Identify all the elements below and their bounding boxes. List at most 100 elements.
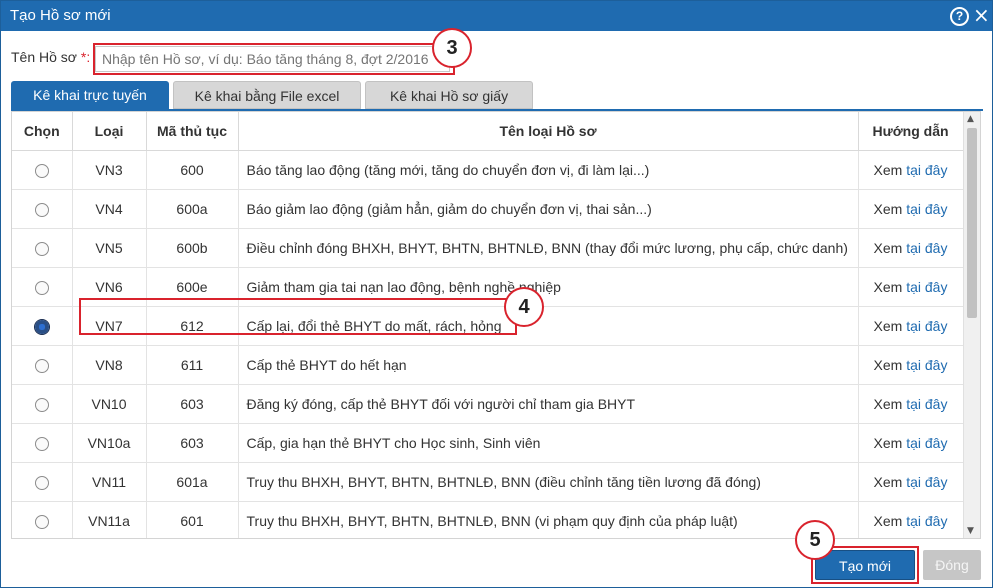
callout-5: 5 [795, 520, 835, 560]
create-profile-dialog: Tạo Hồ sơ mới ? × Tên Hồ sơ *: Kê khai t… [0, 0, 993, 588]
select-cell[interactable] [12, 345, 73, 385]
select-cell[interactable] [12, 189, 73, 229]
name-cell: Truy thu BHXH, BHYT, BHTN, BHTNLĐ, BNN (… [238, 501, 859, 538]
guide-cell: Xem tại đây [858, 345, 964, 385]
column-header-name: Tên loại Hồ sơ [238, 112, 859, 151]
type-cell: VN11a [72, 501, 147, 538]
select-cell[interactable] [12, 150, 73, 190]
type-cell: VN5 [72, 228, 147, 268]
table-row[interactable]: VN11 601a Truy thu BHXH, BHYT, BHTN, BHTNL… [12, 462, 964, 502]
guide-link[interactable]: tại đây [906, 513, 947, 529]
guide-prefix: Xem [873, 201, 907, 217]
table-row[interactable]: VN3 600 Báo tăng lao động (tăng mới, tăng … [12, 150, 964, 190]
type-cell: VN11 [72, 462, 147, 502]
type-cell: VN10a [72, 423, 147, 463]
column-header-guide: Hướng dẫn [858, 112, 964, 151]
guide-cell: Xem tại đây [858, 228, 964, 268]
guide-cell: Xem tại đây [858, 384, 964, 424]
select-radio[interactable] [34, 437, 49, 452]
guide-cell: Xem tại đây [858, 267, 964, 307]
select-cell[interactable] [12, 306, 73, 346]
select-cell[interactable] [12, 267, 73, 307]
guide-link[interactable]: tại đây [906, 162, 947, 178]
code-cell: 603 [146, 423, 239, 463]
table-row[interactable]: VN10a 603 Cấp, gia hạn thẻ BHYT cho Học si… [12, 423, 964, 463]
highlight-box-name-input [93, 43, 455, 75]
type-cell: VN3 [72, 150, 147, 190]
name-cell: Báo giảm lao động (giảm hẳn, giảm do chu… [238, 189, 859, 229]
table-header-row: Chọn Loại Mã thủ tục Tên loại Hồ sơ Hướn… [12, 112, 964, 151]
guide-link[interactable]: tại đây [906, 240, 947, 256]
guide-prefix: Xem [873, 318, 907, 334]
guide-prefix: Xem [873, 162, 907, 178]
guide-cell: Xem tại đây [858, 462, 964, 502]
guide-cell: Xem tại đây [858, 150, 964, 190]
name-cell: Điều chỉnh đóng BHXH, BHYT, BHTN, BHTNLĐ… [238, 228, 859, 268]
select-radio[interactable] [34, 164, 49, 179]
code-cell: 601a [146, 462, 239, 502]
name-cell: Đăng ký đóng, cấp thẻ BHYT đối với người… [238, 384, 859, 424]
tab-excel-declaration[interactable]: Kê khai bằng File excel [173, 81, 361, 109]
select-radio[interactable] [34, 359, 49, 374]
table-row[interactable]: VN10 603 Đăng ký đóng, cấp thẻ BHYT đối vớ… [12, 384, 964, 424]
required-mark: *: [76, 49, 91, 65]
select-cell[interactable] [12, 462, 73, 502]
code-cell: 601 [146, 501, 239, 538]
help-icon[interactable]: ? [950, 7, 969, 26]
select-radio[interactable] [34, 398, 49, 413]
column-header-type: Loại [72, 112, 147, 151]
close-button[interactable]: Đóng [923, 550, 981, 580]
code-cell: 600a [146, 189, 239, 229]
select-cell[interactable] [12, 423, 73, 463]
select-radio[interactable] [34, 281, 49, 296]
code-cell: 611 [146, 345, 239, 385]
guide-link[interactable]: tại đây [906, 357, 947, 373]
select-radio[interactable] [34, 476, 49, 491]
guide-link[interactable]: tại đây [906, 435, 947, 451]
name-cell: Báo tăng lao động (tăng mới, tăng do chu… [238, 150, 859, 190]
tab-paper-declaration[interactable]: Kê khai Hồ sơ giấy [365, 81, 533, 109]
guide-prefix: Xem [873, 357, 907, 373]
guide-prefix: Xem [873, 396, 907, 412]
name-cell: Truy thu BHXH, BHYT, BHTN, BHTNLĐ, BNN (… [238, 462, 859, 502]
guide-link[interactable]: tại đây [906, 318, 947, 334]
guide-cell: Xem tại đây [858, 306, 964, 346]
table-row[interactable]: VN8 611 Cấp thẻ BHYT do hết hạn Xem tại đây [12, 345, 964, 385]
table-row[interactable]: VN5 600b Điều chỉnh đóng BHXH, BHYT, BHTN,… [12, 228, 964, 268]
select-radio[interactable] [34, 515, 49, 530]
select-radio[interactable] [34, 320, 49, 335]
column-header-code: Mã thủ tục [146, 112, 239, 151]
select-radio[interactable] [34, 203, 49, 218]
profile-name-label: Tên Hồ sơ *: [11, 49, 90, 65]
select-radio[interactable] [34, 242, 49, 257]
guide-link[interactable]: tại đây [906, 474, 947, 490]
profile-name-label-text: Tên Hồ sơ [11, 49, 77, 65]
tab-online-declaration[interactable]: Kê khai trực tuyến [11, 81, 169, 109]
select-cell[interactable] [12, 228, 73, 268]
name-cell: Cấp thẻ BHYT do hết hạn [238, 345, 859, 385]
select-cell[interactable] [12, 384, 73, 424]
type-cell: VN8 [72, 345, 147, 385]
table-scrollbar[interactable]: ▲ ▼ [963, 112, 980, 538]
guide-link[interactable]: tại đây [906, 279, 947, 295]
highlight-box-vn7-row [79, 298, 517, 335]
guide-prefix: Xem [873, 279, 907, 295]
guide-link[interactable]: tại đây [906, 201, 947, 217]
code-cell: 603 [146, 384, 239, 424]
guide-link[interactable]: tại đây [906, 396, 947, 412]
dialog-title: Tạo Hồ sơ mới [10, 7, 111, 24]
guide-prefix: Xem [873, 474, 907, 490]
scroll-down-icon[interactable]: ▼ [967, 526, 974, 536]
scroll-thumb[interactable] [967, 128, 977, 318]
callout-4: 4 [504, 287, 544, 327]
callout-3: 3 [432, 28, 472, 68]
scroll-up-icon[interactable]: ▲ [967, 114, 974, 124]
dialog-titlebar: Tạo Hồ sơ mới ? × [1, 1, 992, 31]
guide-cell: Xem tại đây [858, 423, 964, 463]
close-icon[interactable]: × [973, 4, 990, 26]
table-row[interactable]: VN4 600a Báo giảm lao động (giảm hẳn, giảm… [12, 189, 964, 229]
type-cell: VN4 [72, 189, 147, 229]
guide-cell: Xem tại đây [858, 501, 964, 538]
guide-cell: Xem tại đây [858, 189, 964, 229]
select-cell[interactable] [12, 501, 73, 538]
